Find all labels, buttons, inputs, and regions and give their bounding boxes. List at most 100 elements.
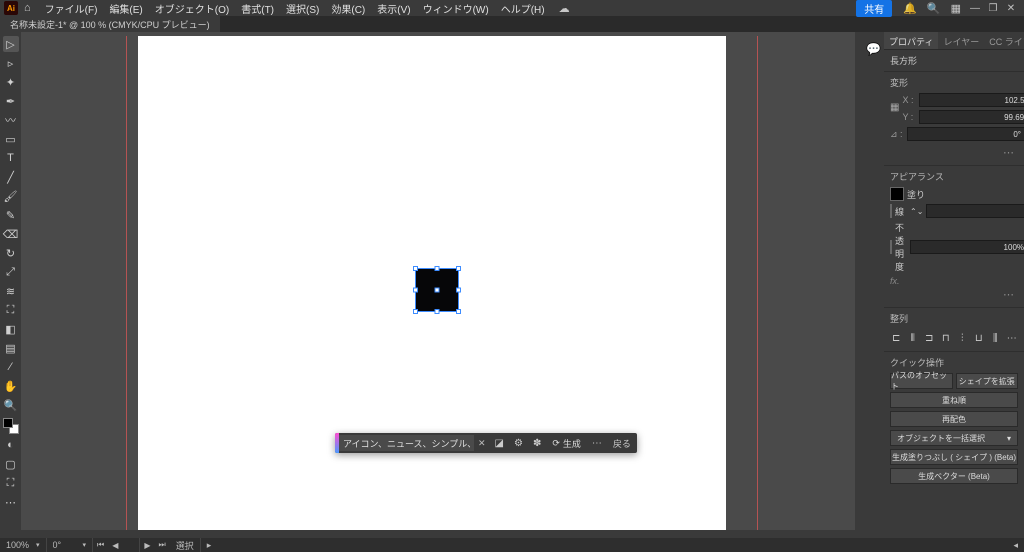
recolor-button[interactable]: 再配色 — [890, 411, 1018, 427]
cloud-icon[interactable]: ☁ — [559, 2, 570, 15]
edit-toolbar-icon[interactable]: ⋯ — [3, 494, 19, 510]
handle-bottom-right[interactable] — [456, 309, 461, 314]
handle-bottom-left[interactable] — [413, 309, 418, 314]
align-more-icon[interactable]: ⋯ — [1006, 331, 1019, 345]
arrange-button[interactable]: 重ね順 — [890, 392, 1018, 408]
more-icon[interactable]: ⋯ — [587, 438, 607, 449]
rotate-tool-icon[interactable]: ↻ — [3, 245, 19, 261]
select-similar-button[interactable]: オブジェクトを一括選択▾ — [890, 430, 1018, 446]
artboard-next-icon[interactable]: ▶ — [140, 541, 154, 550]
menu-view[interactable]: 表示(V) — [371, 0, 416, 18]
zoom-field-box[interactable]: ▾ — [0, 538, 47, 552]
opacity-field[interactable] — [910, 240, 1024, 254]
screen-mode-icon[interactable]: ⛶ — [3, 475, 19, 491]
handle-bottom[interactable] — [435, 309, 440, 314]
direct-selection-tool-icon[interactable]: ▹ — [3, 55, 19, 71]
window-minimize-icon[interactable]: — — [966, 3, 984, 14]
transform-more-icon[interactable]: ⋯ — [890, 144, 1018, 161]
zoom-tool-icon[interactable]: 🔍 — [3, 397, 19, 413]
shaper-tool-icon[interactable]: ✎ — [3, 207, 19, 223]
notifications-icon[interactable]: 🔔 — [903, 2, 917, 15]
type-tool-icon[interactable]: T — [3, 150, 19, 166]
style-picker-icon[interactable]: ⚙ — [509, 438, 528, 449]
align-hcenter-icon[interactable]: ⫴ — [907, 331, 920, 345]
comments-panel-icon[interactable]: 💬 — [866, 38, 881, 60]
rotate-field[interactable] — [53, 540, 81, 550]
zoom-field[interactable] — [6, 540, 34, 550]
handle-top-right[interactable] — [456, 266, 461, 271]
magic-wand-tool-icon[interactable]: ✦ — [3, 74, 19, 90]
handle-left[interactable] — [413, 288, 418, 293]
generative-vector-button[interactable]: 生成ベクター (Beta) — [890, 468, 1018, 484]
handle-center[interactable] — [435, 288, 440, 293]
home-icon[interactable]: ⌂ — [24, 2, 31, 14]
hand-tool-icon[interactable]: ✋ — [3, 378, 19, 394]
selection-tool-icon[interactable]: ▷ — [3, 36, 19, 52]
handle-top[interactable] — [435, 266, 440, 271]
menu-type[interactable]: 書式(T) — [235, 0, 280, 18]
generative-fill-button[interactable]: 生成塗りつぶし ( シェイプ ) (Beta) — [890, 449, 1018, 465]
artboard-prev-icon[interactable]: ◀ — [108, 541, 122, 550]
tab-properties[interactable]: プロパティ — [884, 32, 938, 49]
pen-tool-icon[interactable]: ✒ — [3, 93, 19, 109]
align-left-icon[interactable]: ⊏ — [890, 331, 903, 345]
reference-point-icon[interactable]: ▦ — [890, 93, 899, 121]
back-button[interactable]: 戻る — [607, 437, 637, 450]
status-split-icon[interactable]: ▸ — [201, 540, 218, 551]
selected-rectangle[interactable] — [415, 268, 459, 312]
handle-top-left[interactable] — [413, 266, 418, 271]
expand-shape-button[interactable]: シェイプを拡張 — [956, 373, 1019, 389]
align-bottom-icon[interactable]: ⊔ — [973, 331, 986, 345]
clear-prompt-icon[interactable]: ✕ — [474, 438, 490, 449]
generate-button[interactable]: ⟳生成 — [546, 437, 587, 450]
paintbrush-tool-icon[interactable]: 🖌 — [3, 188, 19, 204]
appearance-more-icon[interactable]: ⋯ — [890, 286, 1018, 303]
color-mode-icon[interactable]: ◐ — [3, 437, 19, 453]
align-vcenter-icon[interactable]: ⫶ — [956, 331, 969, 345]
opacity-swatch[interactable] — [890, 240, 892, 254]
window-close-icon[interactable]: ✕ — [1002, 3, 1020, 14]
x-field[interactable] — [919, 93, 1024, 107]
distribute-h-icon[interactable]: ⫼ — [989, 331, 1002, 345]
settings-icon[interactable]: ✽ — [528, 438, 546, 449]
free-transform-tool-icon[interactable]: ⛶ — [3, 302, 19, 318]
artboard-next-last-icon[interactable]: ⏭ — [155, 540, 170, 550]
document-tab[interactable]: 名称未設定-1* @ 100 % (CMYK/CPU プレビュー) — [0, 16, 220, 33]
stroke-stepper-icon[interactable]: ⌃⌄ — [910, 207, 923, 216]
window-restore-icon[interactable]: ❐ — [984, 3, 1002, 14]
arrange-icon[interactable]: ▦ — [951, 2, 961, 15]
canvas-area[interactable]: ✕ ◪ ⚙ ✽ ⟳生成 ⋯ 戻る — [21, 32, 863, 538]
tab-cclib[interactable]: CC ライブラリ — [984, 32, 1024, 49]
handle-right[interactable] — [456, 288, 461, 293]
menu-select[interactable]: 選択(S) — [280, 0, 325, 18]
eyedropper-tool-icon[interactable]: ⁄ — [3, 359, 19, 375]
align-top-icon[interactable]: ⊓ — [940, 331, 953, 345]
draw-mode-icon[interactable]: ▢ — [3, 456, 19, 472]
search-icon[interactable]: 🔍 — [927, 2, 941, 15]
fill-stroke-swatch[interactable] — [3, 418, 19, 434]
rotate-field-box[interactable]: ▾ — [47, 538, 94, 552]
menu-help[interactable]: ヘルプ(H) — [495, 0, 551, 18]
y-field[interactable] — [919, 110, 1024, 124]
rectangle-tool-icon[interactable]: ▭ — [3, 131, 19, 147]
gradient-tool-icon[interactable]: ▤ — [3, 340, 19, 356]
fx-label[interactable]: fx. — [890, 276, 1018, 286]
scrollbar-horizontal[interactable] — [21, 530, 855, 538]
stroke-swatch[interactable] — [890, 204, 892, 218]
status-right-split-icon[interactable]: ◂ — [1007, 540, 1024, 551]
tab-layers[interactable]: レイヤー — [938, 32, 984, 49]
generate-prompt-input[interactable] — [339, 435, 474, 451]
scrollbar-vertical[interactable] — [855, 32, 863, 538]
width-tool-icon[interactable]: ≋ — [3, 283, 19, 299]
offset-path-button[interactable]: パスのオフセット — [890, 373, 953, 389]
scale-tool-icon[interactable]: ⤢ — [3, 264, 19, 280]
share-button[interactable]: 共有 — [856, 0, 892, 17]
curvature-tool-icon[interactable]: 〰 — [3, 112, 19, 128]
shape-builder-tool-icon[interactable]: ◧ — [3, 321, 19, 337]
artboard-prev-first-icon[interactable]: ⏮ — [93, 540, 108, 550]
fill-swatch[interactable] — [890, 187, 904, 201]
menu-effect[interactable]: 効果(C) — [325, 0, 371, 18]
artboard[interactable] — [138, 36, 726, 534]
angle-field[interactable] — [907, 127, 1024, 141]
align-right-icon[interactable]: ⊐ — [923, 331, 936, 345]
